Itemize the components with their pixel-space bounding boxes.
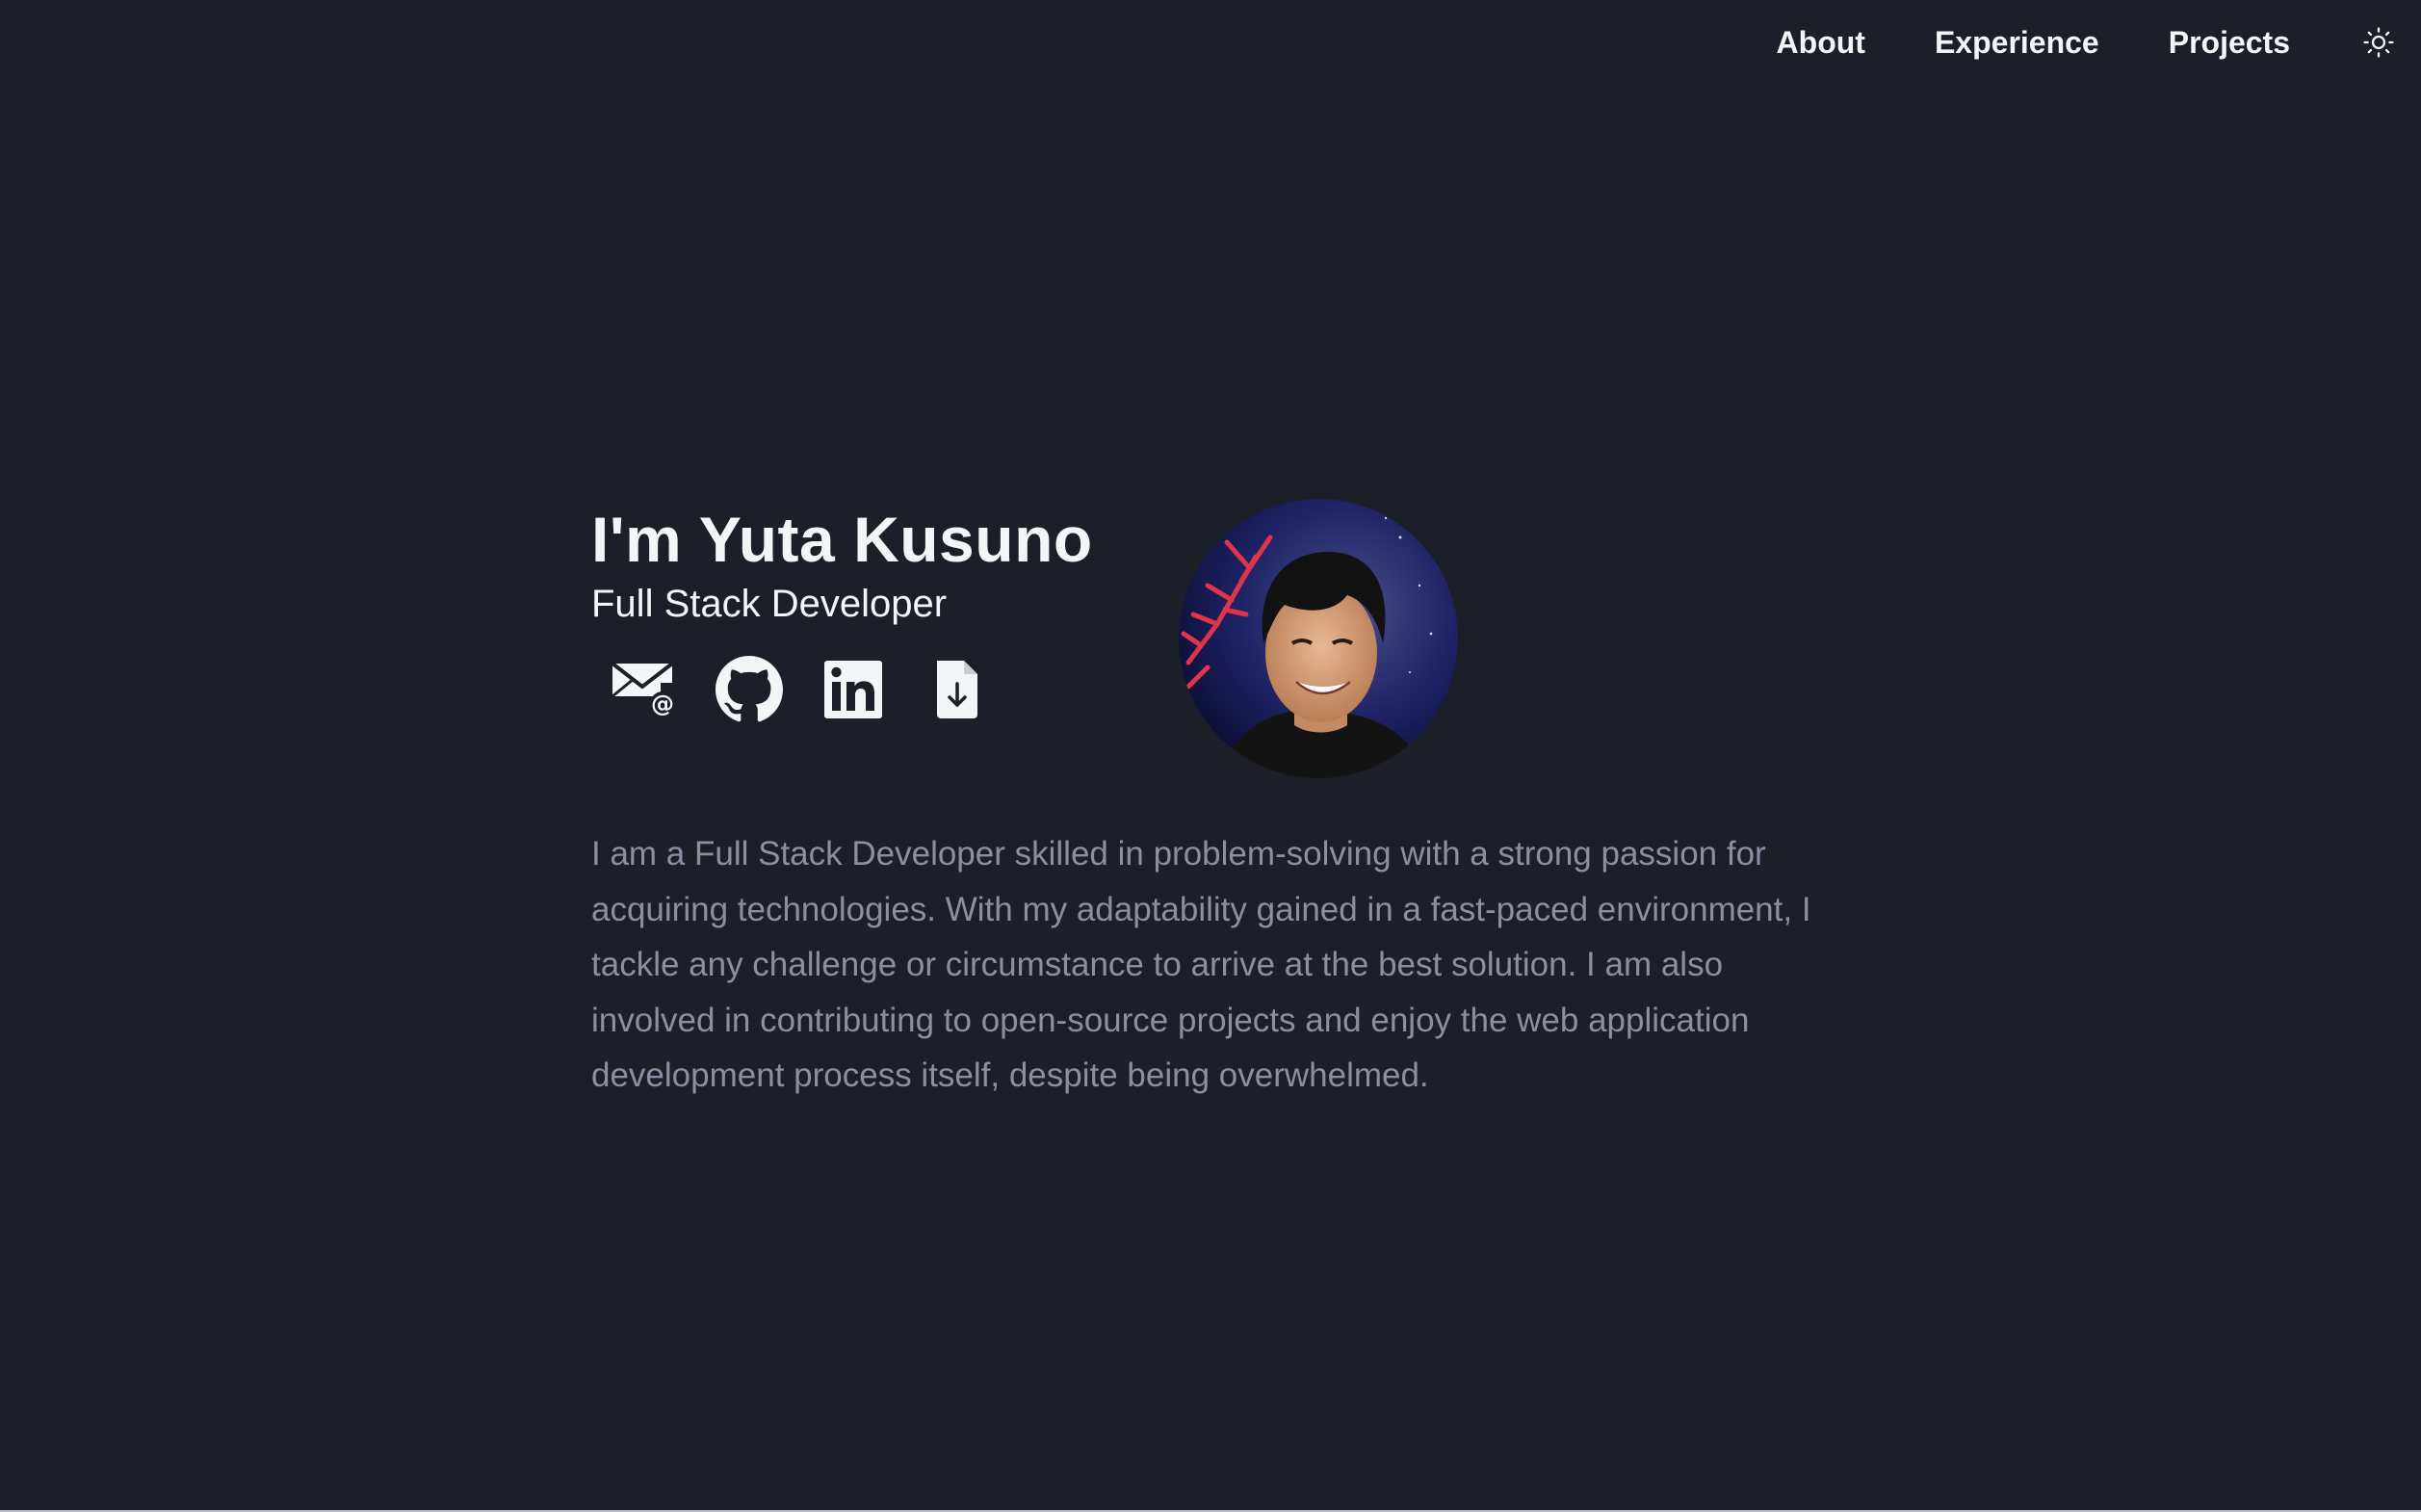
hero-header: I'm Yuta Kusuno Full Stack Developer @ (591, 499, 1824, 778)
nav-link-about[interactable]: About (1777, 25, 1865, 61)
email-link[interactable]: @ (607, 651, 684, 728)
nav-link-projects[interactable]: Projects (2169, 25, 2290, 61)
avatar (1179, 499, 1458, 778)
linkedin-icon (824, 661, 882, 718)
github-link[interactable] (711, 651, 788, 728)
linkedin-link[interactable] (815, 651, 892, 728)
resume-download-link[interactable] (919, 651, 996, 728)
page-title: I'm Yuta Kusuno (591, 504, 1093, 575)
resume-download-icon (937, 661, 977, 718)
profile-photo (1179, 499, 1458, 778)
github-icon (716, 656, 783, 722)
theme-toggle-button[interactable] (2359, 23, 2398, 62)
email-icon: @ (611, 662, 675, 717)
bio-text: I am a Full Stack Developer skilled in p… (591, 835, 1811, 1094)
page: About Experience Projects I'm Yuta Kusun… (0, 0, 2421, 1512)
hero-section: I'm Yuta Kusuno Full Stack Developer @ I… (591, 499, 1824, 1094)
sun-icon (2363, 27, 2394, 58)
nav-link-experience[interactable]: Experience (1935, 25, 2099, 61)
svg-text:@: @ (651, 691, 674, 717)
top-nav: About Experience Projects (1777, 17, 2398, 67)
